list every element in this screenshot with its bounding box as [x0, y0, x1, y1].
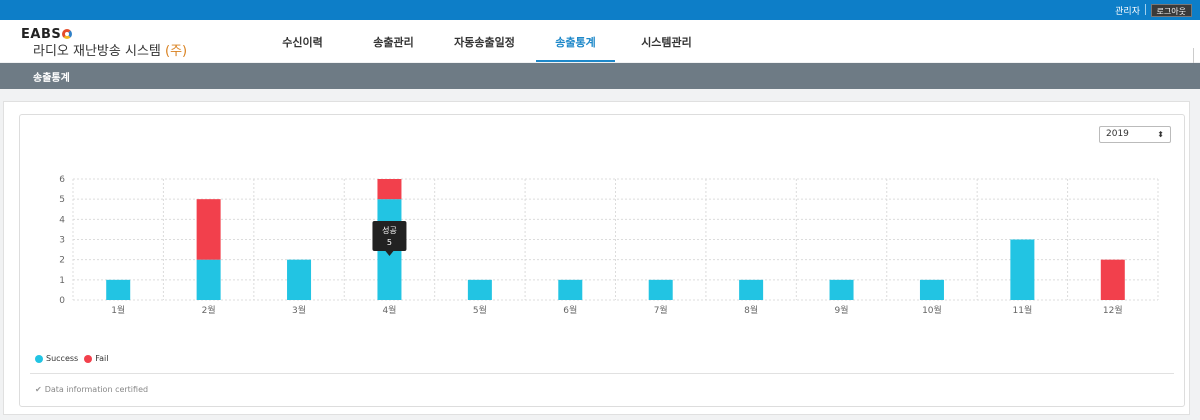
nav-tab-1[interactable]: 수신이력: [257, 20, 348, 62]
header: EABS 라디오 재난방송 시스템 (주) 수신이력 송출관리 자동송출일정 송출통계…: [0, 20, 1200, 82]
check-icon: ✔: [35, 385, 42, 394]
footer-note: ✔ Data information certified: [35, 385, 148, 394]
legend-swatch: [35, 354, 43, 363]
x-tick-label: 10월: [922, 304, 942, 316]
system-name-suffix: (주): [165, 44, 188, 59]
nav-tab-5[interactable]: 시스템관리: [621, 20, 712, 62]
chart-tooltip: 성공 5: [372, 221, 407, 256]
y-tick-label: 2: [59, 256, 65, 266]
page-title-bar: 송출통계: [0, 63, 1200, 89]
bar-success: [287, 259, 312, 300]
bar-fail: [1100, 259, 1125, 300]
x-tick-label: 5월: [473, 304, 487, 316]
monthly-stats-chart: 0 1 2 3 4 5 6 1월 2월 3월 4월 5월 6월 7월 8월 9월 10월 11월 12월 성공 5: [59, 175, 1159, 316]
legend-item-fail[interactable]: Fail: [84, 354, 108, 363]
page-title: 송출통계: [33, 73, 70, 84]
nav-tab-2[interactable]: 송출관리: [348, 20, 439, 62]
logo-mark-icon: [62, 29, 73, 39]
bar-fail: [196, 199, 221, 260]
bar-success: [648, 279, 673, 300]
x-tick-label: 8월: [744, 304, 758, 316]
x-tick-label: 1월: [111, 304, 125, 316]
bar-success: [196, 259, 221, 300]
logout-button[interactable]: 로그아웃: [1150, 4, 1192, 17]
x-tick-label: 3월: [292, 304, 306, 316]
y-tick-label: 6: [59, 175, 65, 185]
bar-success: [739, 279, 764, 300]
bar-success: [1010, 239, 1035, 300]
bar-success: [106, 279, 131, 300]
bar-success: [558, 279, 583, 300]
nav-tab-3[interactable]: 자동송출일정: [439, 20, 530, 62]
x-tick-label: 9월: [835, 304, 849, 316]
footer-text: Data information certified: [44, 385, 149, 394]
bar-success: [919, 279, 944, 300]
y-tick-label: 5: [59, 195, 65, 205]
content-area: 2019 ⬍ 0 1 2 3 4 5 6 1월 2월 3월 4월 5월 6월 7월 8월 9월 10월 11월 12…: [3, 101, 1190, 415]
chart-legend: Success Fail: [35, 354, 108, 363]
legend-swatch: [84, 354, 93, 363]
y-tick-label: 0: [59, 296, 65, 306]
admin-label[interactable]: 관리자: [1115, 4, 1140, 17]
y-tick-label: 3: [59, 236, 65, 246]
y-tick-label: 4: [59, 215, 65, 225]
x-tick-label: 11월: [1013, 304, 1033, 316]
x-tick-label: 4월: [382, 304, 396, 316]
legend-item-success[interactable]: Success: [35, 354, 78, 363]
top-bar: 관리자 로그아웃: [0, 0, 1200, 20]
bar-success: [829, 279, 854, 300]
bar-fail: [377, 179, 402, 200]
y-tick-label: 1: [59, 276, 65, 286]
stats-panel: 2019 ⬍ 0 1 2 3 4 5 6 1월 2월 3월 4월 5월 6월 7월 8월 9월 10월 11월 12…: [19, 114, 1185, 407]
legend-label: Fail: [95, 354, 109, 363]
x-tick-label: 12월: [1103, 304, 1123, 316]
system-name: 라디오 재난방송 시스템 (주): [33, 40, 187, 59]
bar-success: [467, 279, 492, 300]
legend-label: Success: [46, 354, 79, 363]
footer-divider: [30, 373, 1174, 374]
x-tick-label: 2월: [202, 304, 216, 316]
tooltip-value: 5: [387, 238, 392, 247]
x-tick-label: 7월: [654, 304, 668, 316]
system-name-text: 라디오 재난방송 시스템: [33, 44, 161, 59]
nav-tab-4[interactable]: 송출통계: [530, 20, 621, 62]
topbar-separator: [1145, 4, 1146, 15]
main-nav: 수신이력 송출관리 자동송출일정 송출통계 시스템관리: [257, 20, 712, 62]
x-tick-label: 6월: [563, 304, 577, 316]
tooltip-title: 성공: [382, 226, 397, 235]
